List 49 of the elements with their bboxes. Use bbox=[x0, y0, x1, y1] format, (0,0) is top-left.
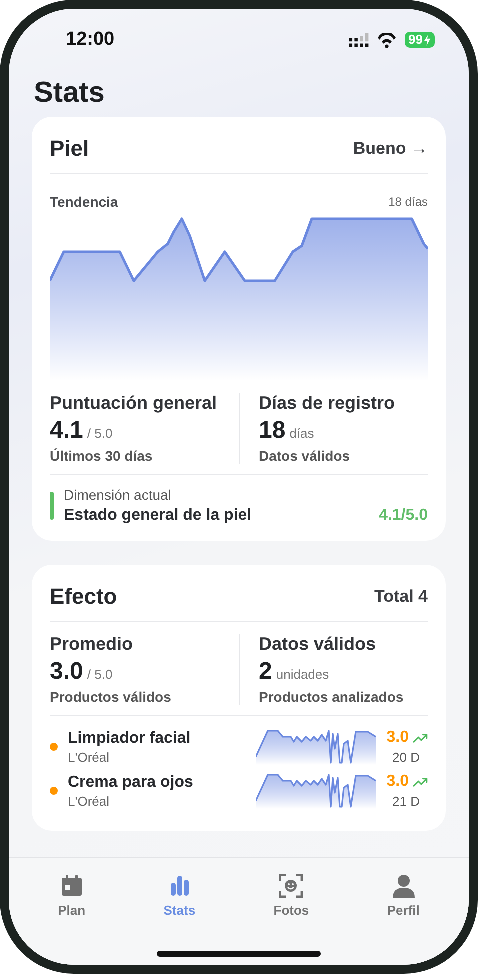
chart-period: 18 días bbox=[388, 195, 428, 209]
tab[interactable]: Plan bbox=[52, 874, 92, 918]
wifi-icon bbox=[376, 32, 397, 48]
product-days: 21 D bbox=[392, 794, 420, 809]
metric-note: Productos válidos bbox=[50, 689, 172, 705]
product-name: Limpiador facial bbox=[68, 730, 192, 748]
page-title: Stats bbox=[34, 77, 106, 109]
clock: 12:00 bbox=[66, 29, 115, 51]
metric-note: Últimos 30 días bbox=[50, 448, 154, 464]
signal-icon bbox=[348, 33, 369, 47]
person-icon bbox=[392, 874, 416, 898]
metric-label: Promedio bbox=[50, 634, 134, 655]
card-title: Efecto bbox=[50, 584, 118, 610]
metric-value: 2 bbox=[259, 658, 272, 686]
dimension-score: 4.1/5.0 bbox=[379, 507, 428, 525]
face-scan-icon bbox=[279, 874, 304, 898]
metric-label: Días de registro bbox=[259, 393, 396, 414]
accent-bar bbox=[50, 492, 54, 520]
chart-label: Tendencia bbox=[50, 194, 118, 210]
tab[interactable]: Stats bbox=[158, 874, 202, 918]
product-name: Crema para ojos bbox=[68, 774, 194, 792]
metric-note: Datos válidos bbox=[259, 448, 352, 464]
metric-value: 18 bbox=[259, 417, 286, 445]
metric-unit: días bbox=[290, 426, 314, 441]
metric-unit: / 5.0 bbox=[87, 426, 113, 441]
metric-label: Datos válidos bbox=[259, 634, 378, 655]
metric-value: 3.0 bbox=[50, 658, 84, 686]
calendar-icon bbox=[60, 874, 84, 898]
metric-unit: / 5.0 bbox=[87, 667, 113, 682]
trend-up-icon bbox=[413, 776, 428, 788]
metric-note: Productos analizados bbox=[259, 689, 405, 705]
product-brand: L'Oréal bbox=[68, 794, 111, 808]
product-score: 3.0 bbox=[386, 729, 409, 747]
metric-label: Puntuación general bbox=[50, 393, 218, 414]
metric-unit: unidades bbox=[276, 667, 330, 682]
product-score: 3.0 bbox=[386, 773, 409, 791]
total-count: Total 4 bbox=[374, 587, 428, 607]
battery-indicator: 99 bbox=[404, 32, 435, 48]
metric-value: 4.1 bbox=[50, 417, 84, 445]
rating-link[interactable]: Bueno → bbox=[353, 139, 428, 159]
product-brand: L'Oréal bbox=[68, 750, 111, 764]
trend-up-icon bbox=[413, 732, 428, 744]
dimension-name: Estado general de la piel bbox=[64, 507, 253, 525]
bolt-icon bbox=[424, 34, 431, 46]
dimension-label: Dimensión actual bbox=[64, 487, 172, 503]
tab[interactable]: Perfil bbox=[381, 874, 426, 918]
product-days: 20 D bbox=[392, 750, 420, 765]
tab[interactable]: Fotos bbox=[268, 874, 316, 918]
card-title: Piel bbox=[50, 136, 90, 162]
